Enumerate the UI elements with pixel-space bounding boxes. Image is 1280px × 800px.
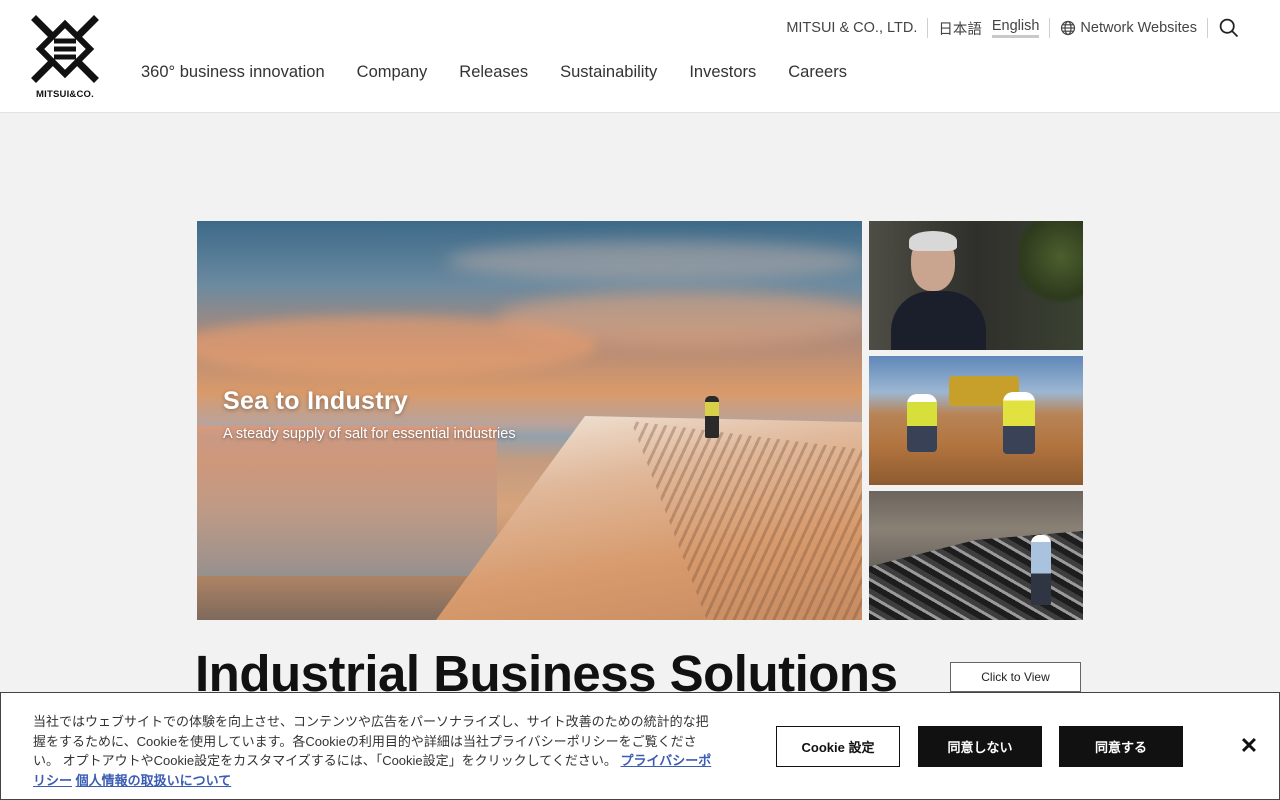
nav-item-releases[interactable]: Releases: [459, 63, 528, 82]
hero-image-part: [447, 241, 862, 281]
network-websites-label: Network Websites: [1080, 20, 1197, 36]
click-to-view-button[interactable]: Click to View: [950, 662, 1081, 692]
cookie-reject-button[interactable]: 同意しない: [918, 726, 1042, 767]
nav-item-company[interactable]: Company: [357, 63, 428, 82]
divider: [927, 18, 929, 38]
thumbnail-image-part: [891, 291, 986, 350]
divider: [1207, 18, 1208, 38]
hero-image-part: [197, 316, 597, 376]
utility-nav: MITSUI & CO., LTD. 日本語 English Network W…: [786, 16, 1240, 40]
thumbnail-mining-workers[interactable]: [869, 356, 1083, 485]
cookie-message-text: 当社ではウェブサイトでの体験を向上させ、コンテンツや広告をパーソナライズし、サイ…: [33, 714, 709, 768]
personal-info-link[interactable]: 個人情報の取扱いについて: [76, 773, 232, 788]
mitsui-logo[interactable]: MITSUI&CO.: [28, 12, 102, 102]
cookie-banner: 当社ではウェブサイトでの体験を向上させ、コンテンツや広告をパーソナライズし、サイ…: [0, 692, 1280, 800]
thumbnail-scrap-yard[interactable]: [869, 491, 1083, 620]
mitsui-logo-mark-icon: [31, 15, 99, 83]
hero-image-part: [705, 396, 719, 438]
language-japanese-link[interactable]: 日本語: [938, 18, 982, 39]
cookie-accept-button[interactable]: 同意する: [1059, 726, 1183, 767]
thumbnail-image-part: [1031, 535, 1051, 605]
thumbnail-image-part: [1019, 221, 1083, 311]
cookie-settings-button[interactable]: Cookie 設定: [776, 726, 900, 767]
thumbnail-image-part: [909, 231, 957, 251]
nav-item-careers[interactable]: Careers: [788, 63, 847, 82]
thumbnail-executive[interactable]: [869, 221, 1083, 350]
divider: [1049, 18, 1051, 38]
nav-item-360-business-innovation[interactable]: 360° business innovation: [141, 63, 325, 82]
main-nav: 360° business innovation Company Release…: [141, 63, 847, 82]
cookie-message: 当社ではウェブサイトでの体験を向上させ、コンテンツや広告をパーソナライズし、サイ…: [33, 712, 713, 790]
site-header: MITSUI&CO. MITSUI & CO., LTD. 日本語 Englis…: [0, 0, 1280, 113]
nav-item-sustainability[interactable]: Sustainability: [560, 63, 657, 82]
hero-slide-sea-to-industry[interactable]: Sea to Industry A steady supply of salt …: [197, 221, 862, 620]
search-button[interactable]: [1218, 17, 1240, 39]
logo-wordmark: MITSUI&CO.: [36, 89, 94, 100]
globe-icon: [1061, 20, 1076, 36]
hero-subtitle: A steady supply of salt for essential in…: [223, 426, 516, 442]
close-icon[interactable]: ✕: [1237, 733, 1261, 758]
thumbnail-image-part: [907, 394, 937, 452]
nav-item-investors[interactable]: Investors: [689, 63, 756, 82]
search-icon: [1219, 18, 1239, 38]
corporate-link[interactable]: MITSUI & CO., LTD.: [786, 20, 917, 36]
hero-title: Sea to Industry: [223, 387, 409, 415]
language-english-link[interactable]: English: [991, 18, 1040, 38]
hero-image-part: [197, 426, 497, 576]
thumbnail-image-part: [1003, 392, 1035, 454]
network-websites-link[interactable]: Network Websites: [1060, 20, 1197, 36]
